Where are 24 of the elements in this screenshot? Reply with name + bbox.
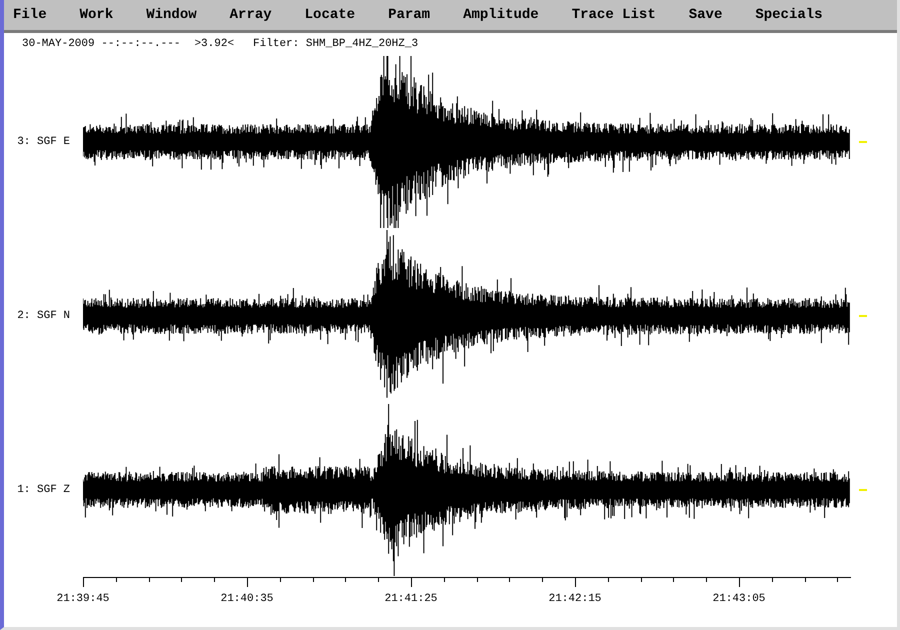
- time-label: 21:39:45: [56, 593, 110, 605]
- amplitude-readout: >3.92<: [194, 38, 234, 50]
- menu-item[interactable]: Amplitude: [463, 7, 539, 23]
- filter-label: Filter: SHM_BP_4HZ_20HZ_3: [253, 38, 418, 50]
- menu-item[interactable]: Save: [688, 7, 722, 23]
- time-label: 21:43:05: [712, 593, 766, 605]
- menu-item[interactable]: File: [13, 7, 47, 23]
- menu-item[interactable]: Locate: [304, 7, 356, 23]
- time-label: 21:42:15: [548, 593, 602, 605]
- time-label: 21:40:35: [220, 593, 274, 605]
- trace-marker: [859, 141, 867, 143]
- menu-item[interactable]: Array: [230, 7, 272, 23]
- time-label: 21:41:25: [384, 593, 438, 605]
- menu-item[interactable]: Param: [388, 7, 430, 23]
- menu-item[interactable]: Work: [80, 7, 114, 23]
- trace-label: 1: SGF Z: [17, 484, 70, 496]
- menu-item[interactable]: Window: [146, 7, 197, 23]
- trace-marker: [859, 489, 867, 491]
- menu-item[interactable]: Trace List: [572, 7, 656, 23]
- date-time-readout: 30-MAY-2009 --:--:--.---: [22, 38, 180, 50]
- trace-marker: [859, 315, 867, 317]
- trace-label: 3: SGF E: [17, 136, 70, 148]
- trace-label: 2: SGF N: [17, 310, 70, 322]
- menu-item[interactable]: Specials: [755, 7, 823, 23]
